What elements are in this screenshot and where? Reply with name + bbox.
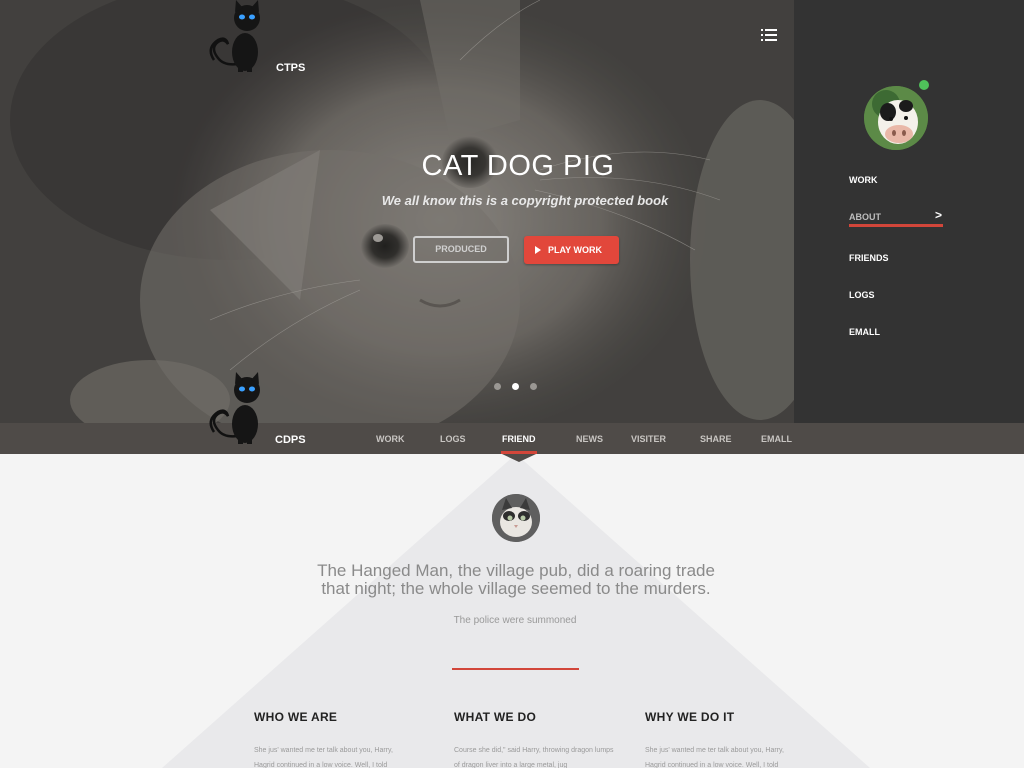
nav-item-news[interactable]: NEWS [576,434,603,444]
col-title-who: WHO WE ARE [254,710,338,724]
play-work-button[interactable]: PLAY WORK [524,236,619,264]
side-item-logs[interactable]: LOGS [849,290,875,300]
quote-subtext: The police were summoned [453,615,577,626]
intro-quote: The Hanged Man, the village pub, did a r… [0,562,1024,598]
nav-caret-pointer [502,454,536,462]
side-item-work[interactable]: WORK [849,175,878,185]
nav-item-share[interactable]: SHARE [700,434,732,444]
side-item-friends[interactable]: FRIENDS [849,253,889,263]
side-active-underline [849,224,943,227]
play-icon [535,246,541,254]
brand-top-text[interactable]: CTPS [276,62,305,74]
quote-line-2: that night; the whole village seemed to … [321,579,711,598]
col-text-what: Course she did," said Harry, throwing dr… [454,747,614,768]
side-menu-panel [794,0,1024,423]
hero-overlay [0,0,794,423]
hamburger-list-icon[interactable] [761,28,777,41]
nav-item-emall[interactable]: EMALL [761,434,792,444]
slider-dot-1[interactable] [494,383,501,390]
chevron-right-icon: > [935,208,943,222]
cat-logo-icon[interactable] [206,0,268,74]
nav-item-friend[interactable]: FRIEND [502,434,536,444]
nav-item-work[interactable]: WORK [376,434,405,444]
hero-kitten-image [0,0,794,423]
nav-brand[interactable]: CDPS [275,434,306,446]
nav-item-visiter[interactable]: VISITER [631,434,666,444]
nav-item-logs[interactable]: LOGS [440,434,466,444]
slider-dot-2[interactable] [512,383,519,390]
section-divider [452,668,579,670]
produced-button[interactable]: PRODUCED [413,236,509,263]
col-text-who: She jus' wanted me ter talk about you, H… [254,747,393,768]
cat-avatar[interactable] [492,494,540,542]
col-title-why: WHY WE DO IT [645,710,735,724]
side-item-emall[interactable]: EMALL [849,327,880,337]
side-item-about[interactable]: ABOUT [849,212,881,222]
quote-line-1: The Hanged Man, the village pub, did a r… [317,561,715,580]
play-work-label: PLAY WORK [548,245,603,255]
cow-avatar[interactable] [864,86,928,150]
cat-logo-icon-bottom[interactable] [206,372,268,446]
col-text-why: She jus' wanted me ter talk about you, H… [645,747,784,768]
slider-dot-3[interactable] [530,383,537,390]
online-status-dot [919,80,929,90]
col-title-what: WHAT WE DO [454,710,537,724]
